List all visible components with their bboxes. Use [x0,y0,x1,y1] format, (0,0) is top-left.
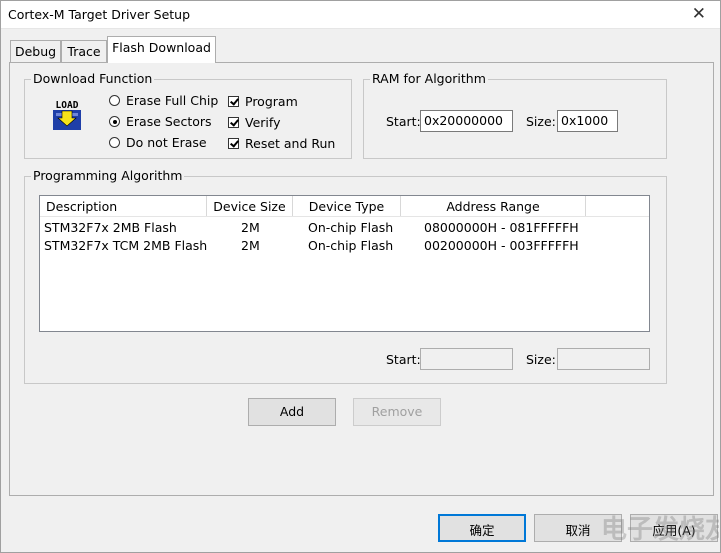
close-icon[interactable]: ✕ [692,4,706,24]
remove-button[interactable]: Remove [353,398,441,426]
algorithm-start-input[interactable] [420,348,513,370]
radio-erase-full-chip-dot[interactable] [109,95,120,106]
ram-for-algorithm-legend: RAM for Algorithm [370,71,488,86]
tab-debug[interactable]: Debug [10,40,61,62]
tab-flash-download-label: Flash Download [112,40,211,55]
add-button[interactable]: Add [248,398,336,426]
row-device-type: On-chip Flash [308,220,394,235]
column-device-type[interactable]: Device Type [293,196,401,216]
ram-size-input[interactable]: 0x1000 [557,110,618,132]
radio-do-not-erase-label: Do not Erase [126,135,207,150]
radio-erase-sectors-dot[interactable] [109,116,120,127]
algorithm-start-label: Start: [386,352,421,367]
table-row[interactable]: STM32F7x TCM 2MB Flash 2M On-chip Flash … [40,238,649,256]
tab-flash-download[interactable]: Flash Download [107,36,216,63]
dialog-window: Cortex-M Target Driver Setup ✕ Debug Tra… [0,0,721,553]
watermark: 电子发烧友网 [601,515,719,545]
radio-erase-full-chip-label: Erase Full Chip [126,93,219,108]
checkbox-verify-label: Verify [245,115,281,130]
checkbox-program-label: Program [245,94,298,109]
algorithm-size-input[interactable] [557,348,650,370]
load-icon-text: LOAD [56,100,79,111]
column-description[interactable]: Description [40,196,207,216]
checkbox-reset-and-run-label: Reset and Run [245,136,336,151]
row-description: STM32F7x TCM 2MB Flash [44,238,208,253]
download-function-legend: Download Function [31,71,155,86]
row-description: STM32F7x 2MB Flash [44,220,177,235]
radio-erase-sectors-label: Erase Sectors [126,114,212,129]
column-description-label: Description [46,199,118,214]
column-address-range-label: Address Range [446,199,540,214]
row-address-range: 08000000H - 081FFFFFH [424,220,579,235]
checkbox-verify-box[interactable] [228,117,239,128]
checkbox-program-box[interactable] [228,96,239,107]
load-icon: LOAD [50,98,84,132]
ram-start-label: Start: [386,114,421,129]
algorithm-list[interactable]: Description Device Size Device Type Addr… [39,195,650,332]
ok-button[interactable]: 确定 [438,514,526,542]
ram-start-input[interactable]: 0x20000000 [420,110,513,132]
row-address-range: 00200000H - 003FFFFFH [424,238,579,253]
row-device-type: On-chip Flash [308,238,394,253]
algorithm-size-label: Size: [526,352,556,367]
column-device-size-label: Device Size [213,199,286,214]
programming-algorithm-legend: Programming Algorithm [31,168,185,183]
column-device-size[interactable]: Device Size [207,196,293,216]
window-title: Cortex-M Target Driver Setup [8,7,191,22]
algorithm-list-header: Description Device Size Device Type Addr… [40,196,649,217]
tab-trace[interactable]: Trace [61,40,107,62]
tab-debug-label: Debug [14,44,57,59]
table-row[interactable]: STM32F7x 2MB Flash 2M On-chip Flash 0800… [40,220,649,238]
row-device-size: 2M [241,220,260,235]
radio-do-not-erase-dot[interactable] [109,137,120,148]
ram-size-label: Size: [526,114,556,129]
row-device-size: 2M [241,238,260,253]
tab-trace-label: Trace [67,44,101,59]
column-address-range[interactable]: Address Range [401,196,586,216]
column-device-type-label: Device Type [308,199,385,214]
title-bar: Cortex-M Target Driver Setup ✕ [1,1,720,29]
checkbox-reset-and-run-box[interactable] [228,138,239,149]
